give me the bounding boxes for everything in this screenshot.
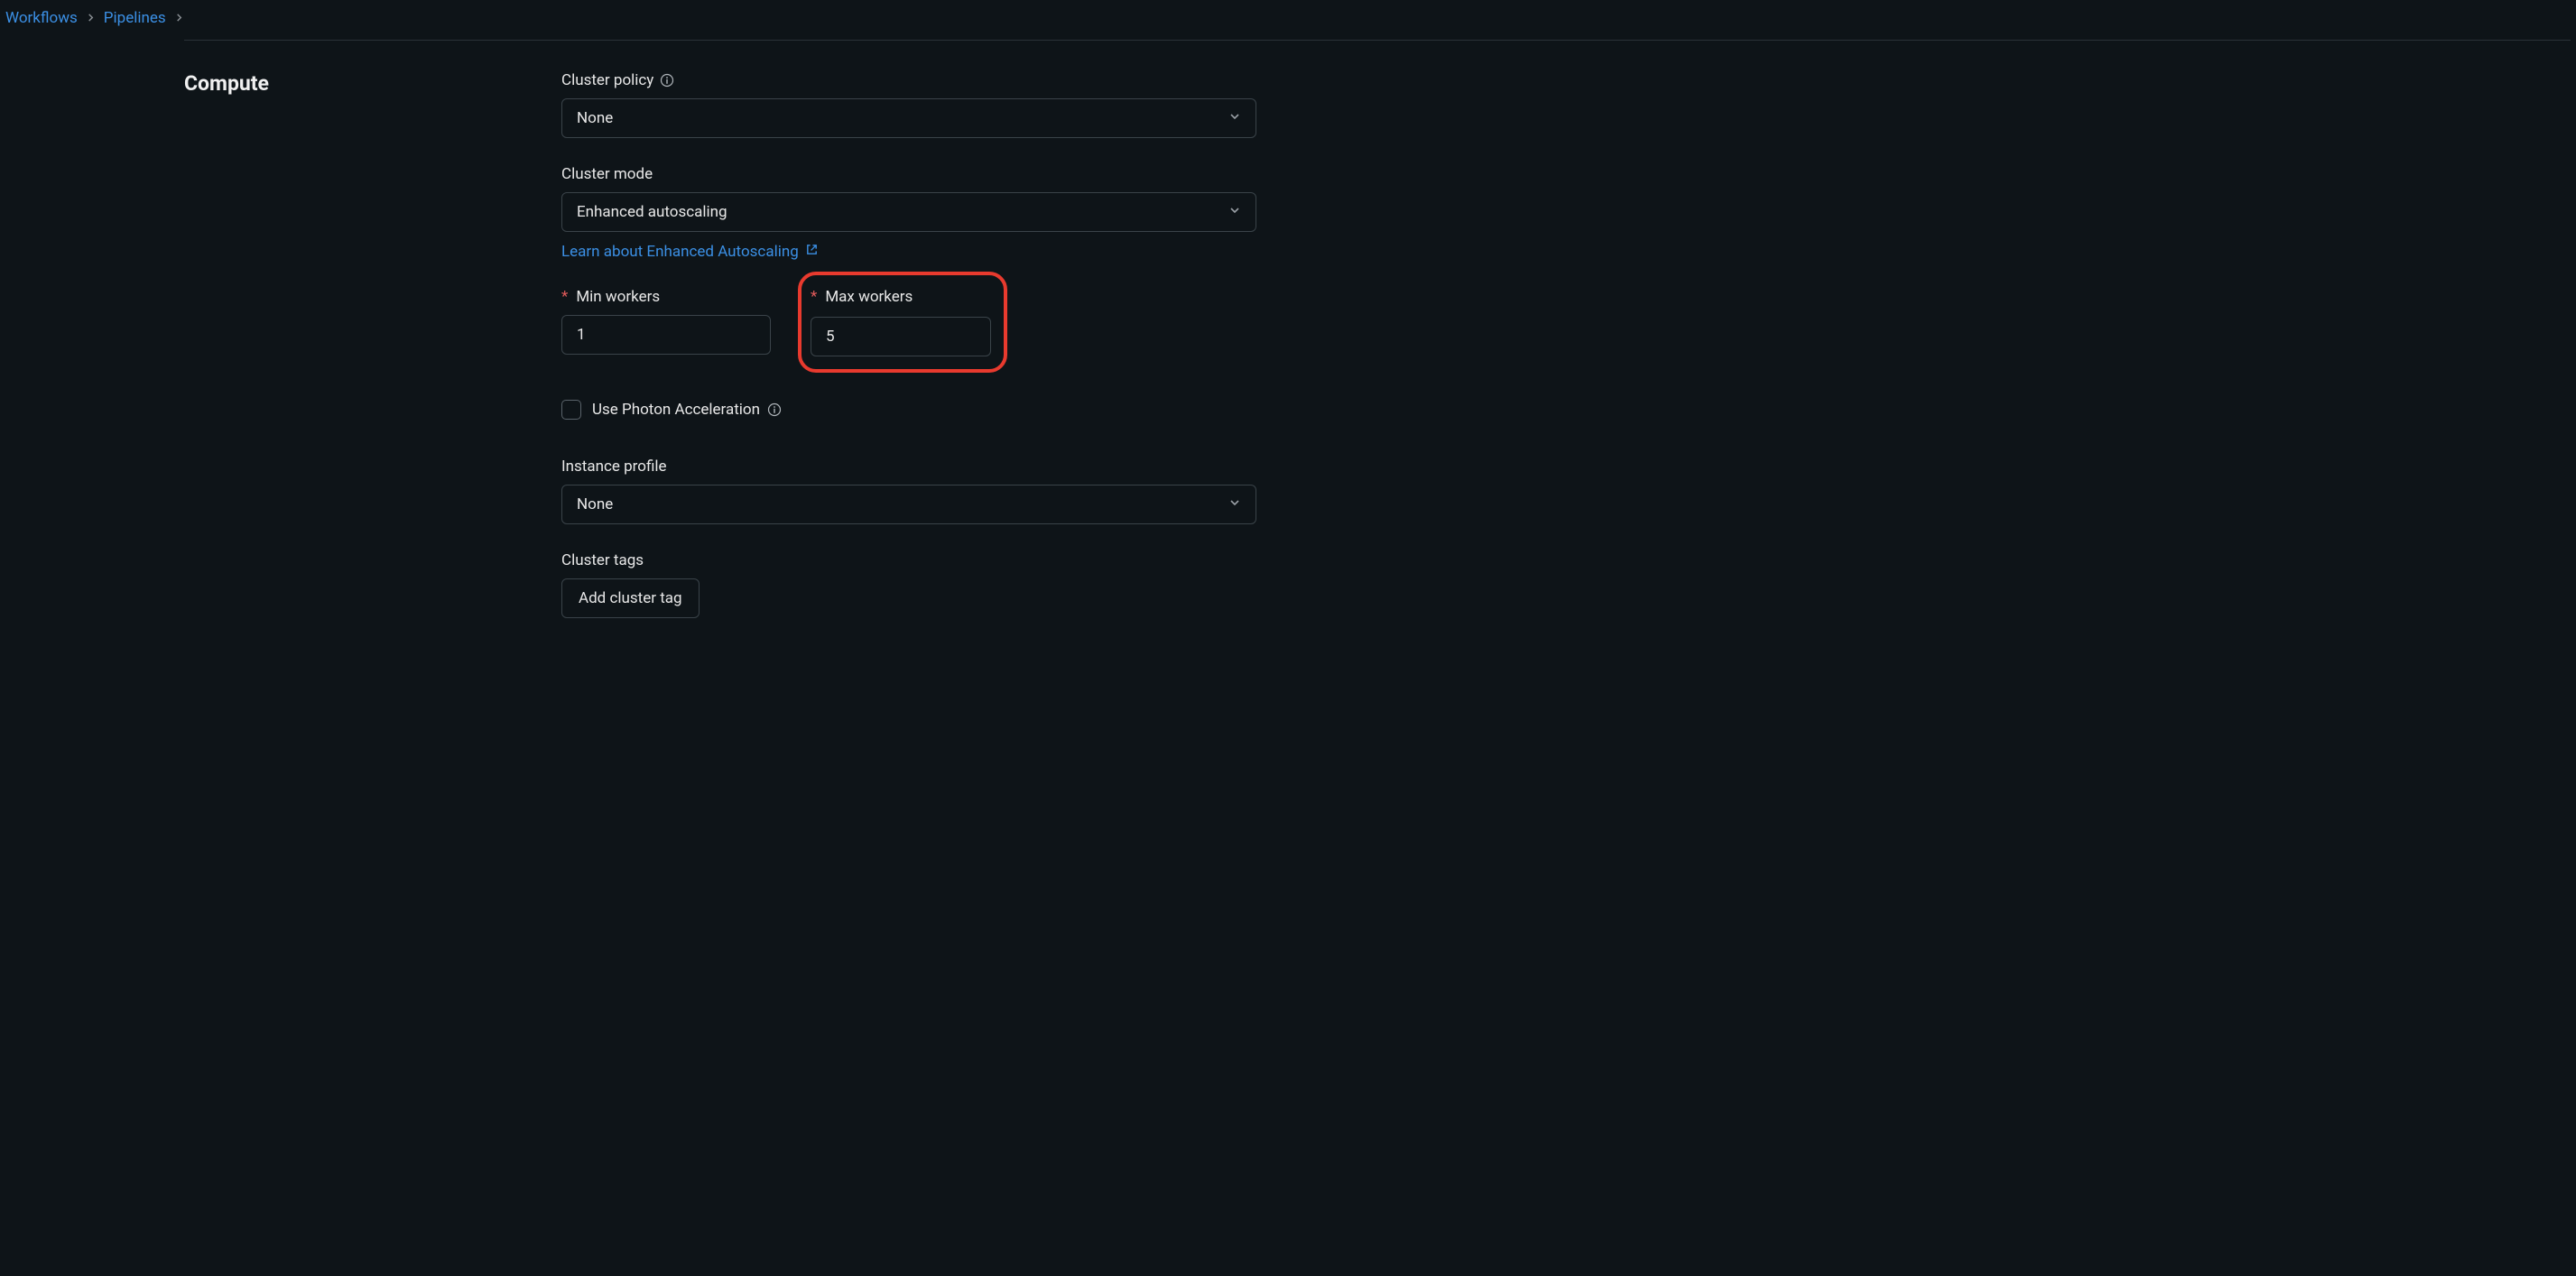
label-instance-profile: Instance profile [561, 458, 1256, 476]
checkbox-photon[interactable] [561, 400, 581, 420]
select-value: None [577, 495, 613, 513]
chevron-down-icon [1228, 495, 1241, 513]
chevron-down-icon [1228, 203, 1241, 221]
field-cluster-policy: Cluster policy None [561, 71, 1256, 138]
chevron-down-icon [1228, 109, 1241, 127]
breadcrumb-pipelines[interactable]: Pipelines [104, 9, 166, 27]
label-photon: Use Photon Acceleration [592, 401, 782, 419]
info-icon[interactable] [660, 73, 674, 88]
breadcrumb-workflows[interactable]: Workflows [5, 9, 78, 27]
field-photon: Use Photon Acceleration [561, 400, 1256, 420]
label-cluster-tags: Cluster tags [561, 551, 1256, 569]
select-value: None [577, 109, 613, 127]
input-min-workers[interactable] [561, 315, 771, 355]
field-max-workers-highlighted: * Max workers [798, 272, 1007, 373]
select-instance-profile[interactable]: None [561, 485, 1256, 524]
field-cluster-mode: Cluster mode Enhanced autoscaling Learn … [561, 165, 1256, 261]
breadcrumb: Workflows Pipelines [0, 0, 2576, 40]
add-cluster-tag-button[interactable]: Add cluster tag [561, 578, 700, 618]
required-asterisk: * [561, 288, 568, 306]
label-text: Min workers [576, 288, 660, 306]
label-cluster-mode: Cluster mode [561, 165, 1256, 183]
required-asterisk: * [811, 288, 817, 306]
chevron-right-icon [87, 11, 95, 25]
main-content: Compute Cluster policy None Cluster mode [0, 41, 2576, 645]
label-text: Instance profile [561, 458, 667, 476]
form-column: Cluster policy None Cluster mode Enhance… [561, 71, 1256, 645]
label-cluster-policy: Cluster policy [561, 71, 1256, 89]
section-title-compute: Compute [184, 71, 561, 645]
label-text: Cluster mode [561, 165, 653, 183]
workers-row: * Min workers * Max workers [561, 288, 1256, 373]
label-text: Cluster tags [561, 551, 644, 569]
label-min-workers: * Min workers [561, 288, 771, 306]
field-instance-profile: Instance profile None [561, 458, 1256, 524]
info-icon[interactable] [767, 402, 782, 417]
label-text: Cluster policy [561, 71, 653, 89]
link-enhanced-autoscaling[interactable]: Learn about Enhanced Autoscaling [561, 243, 819, 261]
link-text: Learn about Enhanced Autoscaling [561, 243, 799, 261]
label-text: Use Photon Acceleration [592, 401, 760, 419]
chevron-right-icon [175, 11, 183, 25]
select-cluster-policy[interactable]: None [561, 98, 1256, 138]
input-max-workers[interactable] [811, 317, 991, 356]
select-value: Enhanced autoscaling [577, 203, 727, 221]
label-max-workers: * Max workers [811, 288, 991, 306]
select-cluster-mode[interactable]: Enhanced autoscaling [561, 192, 1256, 232]
field-cluster-tags: Cluster tags Add cluster tag [561, 551, 1256, 618]
label-text: Max workers [825, 288, 913, 306]
field-min-workers: * Min workers [561, 288, 771, 373]
external-link-icon [805, 243, 819, 261]
